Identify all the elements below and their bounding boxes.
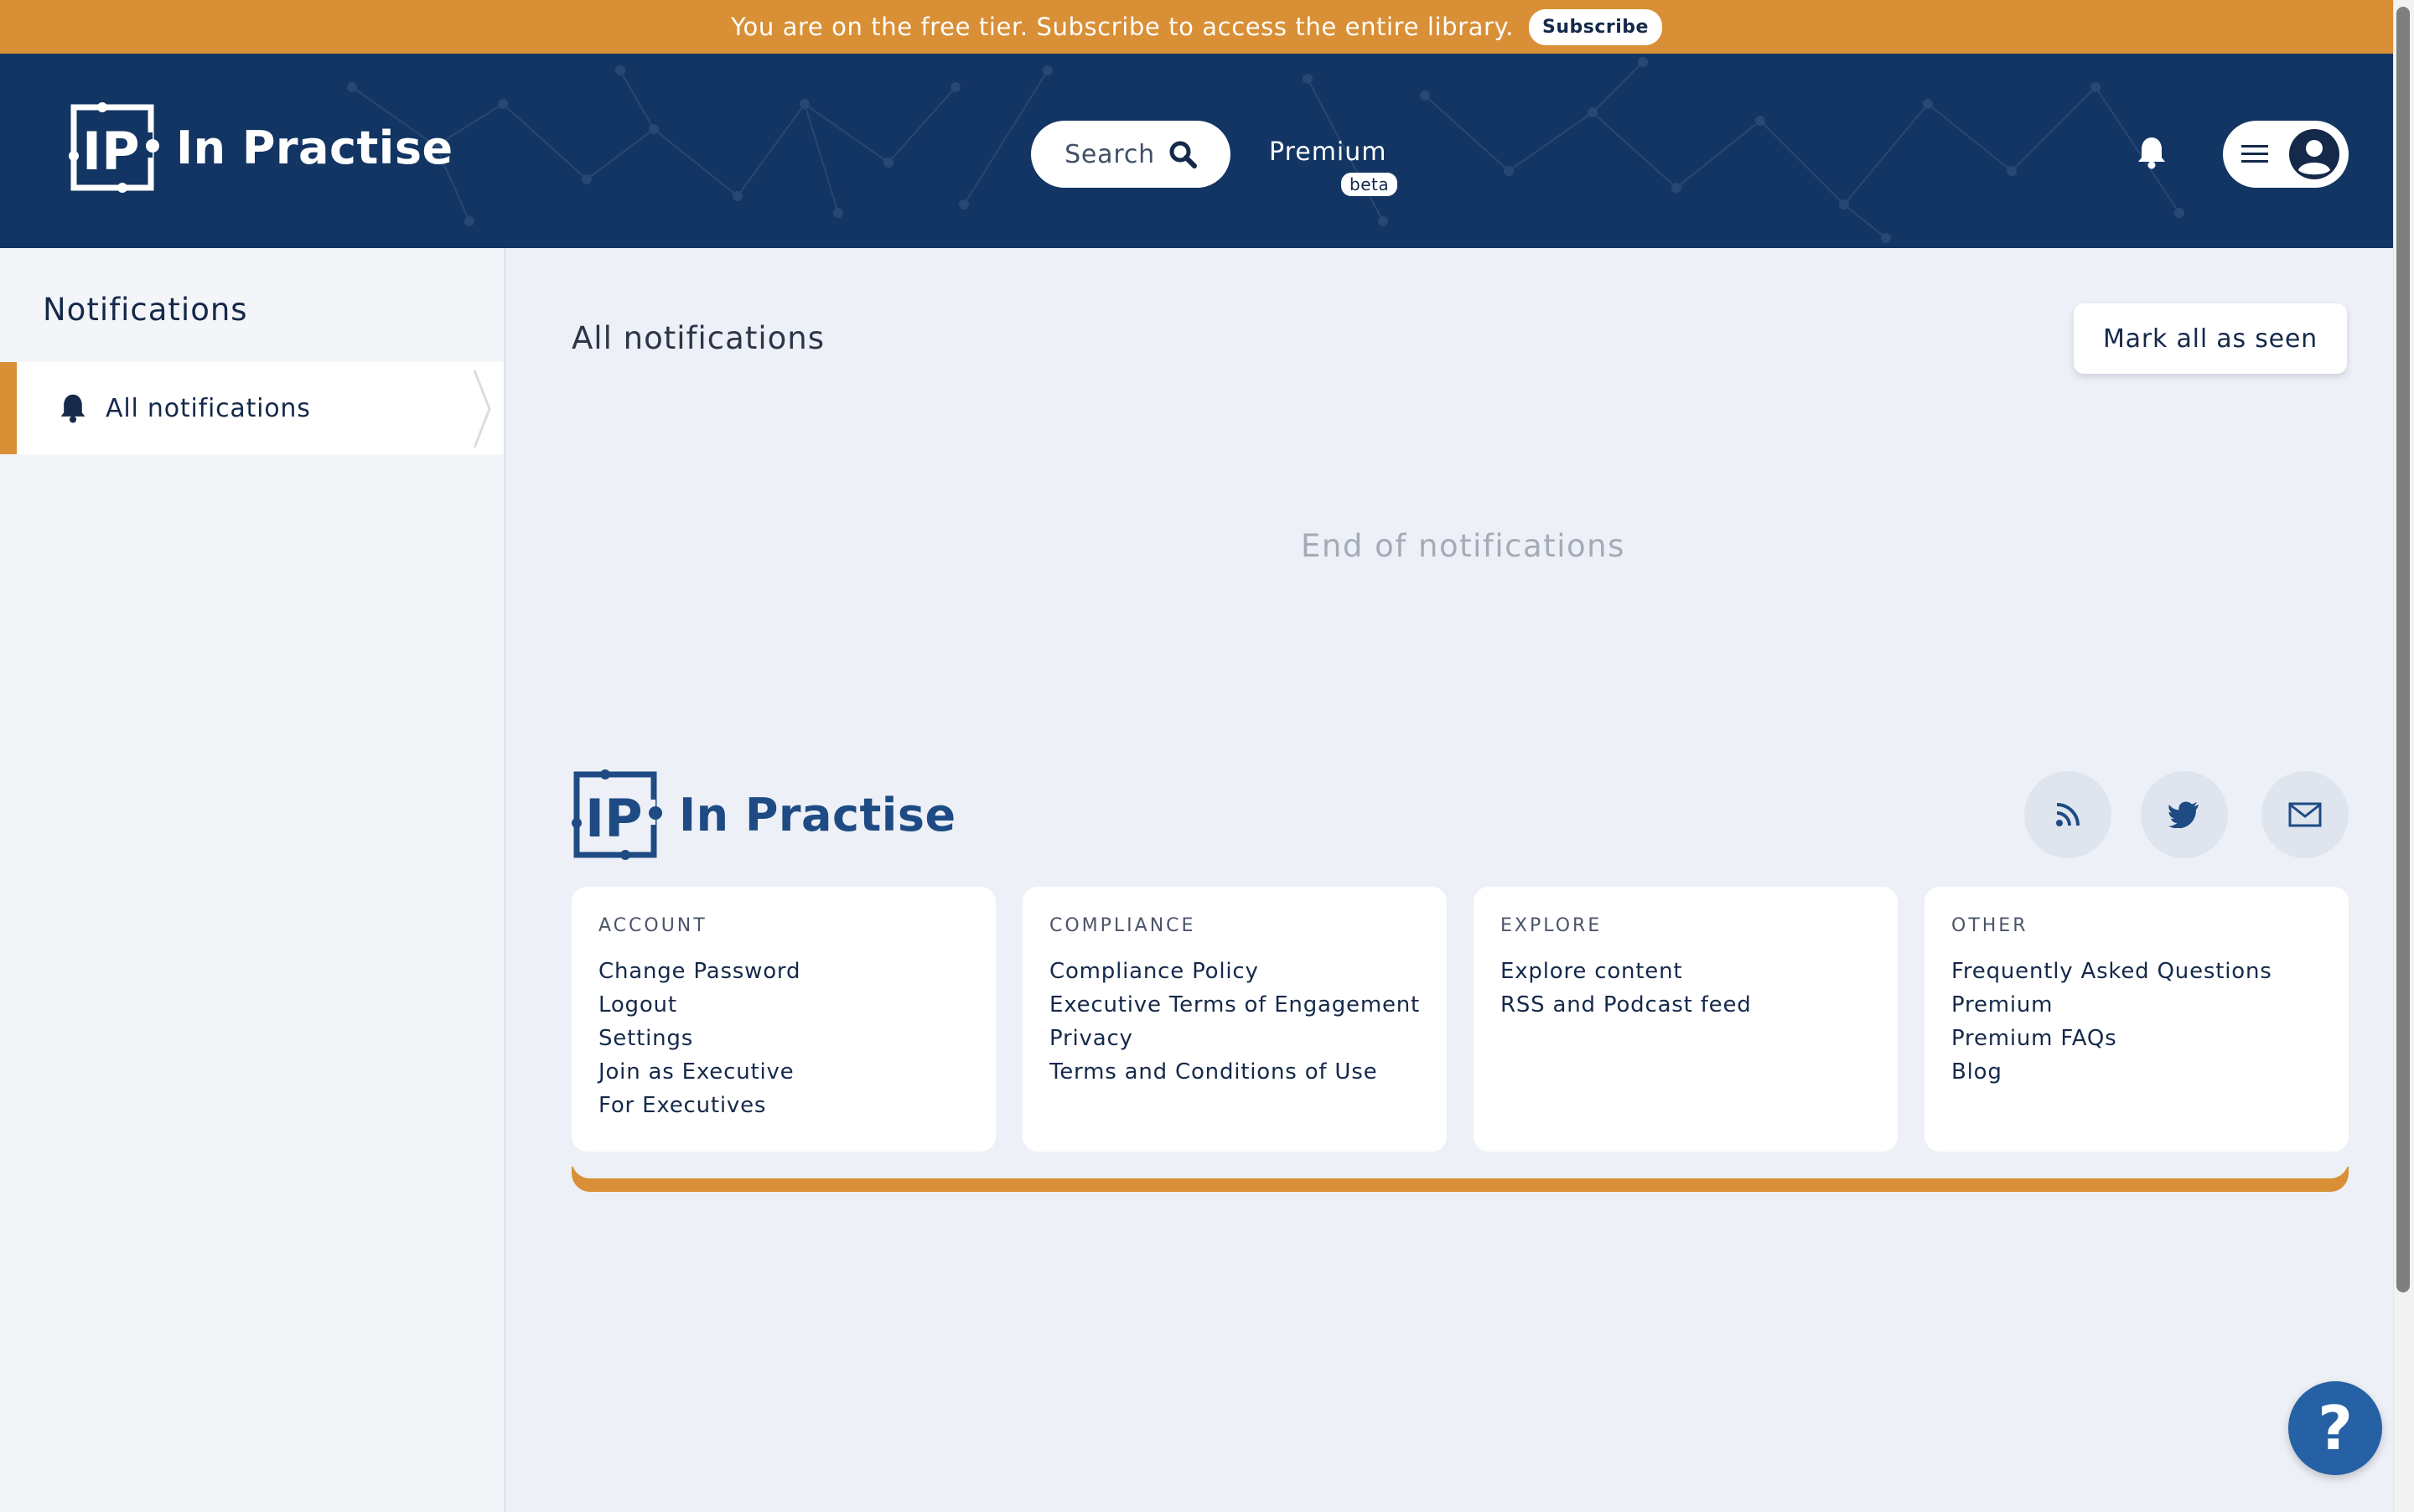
column-heading: OTHER	[1951, 915, 2028, 936]
end-of-notifications-text: End of notifications	[1301, 528, 1625, 564]
footer-column-account: ACCOUNT Change Password Logout Settings …	[572, 887, 996, 1152]
rss-button[interactable]	[2024, 771, 2111, 858]
footer-column-compliance: COMPLIANCE Compliance Policy Executive T…	[1023, 887, 1447, 1152]
account-menu-button[interactable]	[2223, 121, 2349, 188]
footer-link-logout[interactable]: Logout	[598, 988, 996, 1022]
footer-link-premium[interactable]: Premium	[1951, 988, 2349, 1022]
footer-link-faq[interactable]: Frequently Asked Questions	[1951, 955, 2349, 988]
search-icon	[1169, 141, 1197, 168]
footer-accent-bar	[572, 1155, 2349, 1192]
subscribe-button[interactable]: Subscribe	[1529, 8, 1662, 45]
twitter-button[interactable]	[2141, 771, 2228, 858]
chevron-right-icon	[473, 370, 491, 448]
page-title: All notifications	[572, 320, 825, 356]
footer-link-blog[interactable]: Blog	[1951, 1055, 2349, 1089]
footer-link-premium-faqs[interactable]: Premium FAQs	[1951, 1022, 2349, 1055]
notifications-bell-icon[interactable]	[2137, 136, 2167, 169]
column-heading: EXPLORE	[1500, 915, 1603, 936]
site-logo[interactable]: IP In Practise	[69, 102, 453, 193]
footer-column-explore: EXPLORE Explore content RSS and Podcast …	[1474, 887, 1898, 1152]
svg-text:IP: IP	[82, 121, 140, 182]
sidebar-item-label: All notifications	[106, 393, 311, 423]
footer-link-settings[interactable]: Settings	[598, 1022, 996, 1055]
search-label: Search	[1065, 139, 1155, 169]
footer-link-rss-podcast[interactable]: RSS and Podcast feed	[1500, 988, 1898, 1022]
premium-nav-link[interactable]: Premium	[1269, 137, 1387, 167]
footer-link-terms-conditions[interactable]: Terms and Conditions of Use	[1049, 1055, 1447, 1089]
footer-link-change-password[interactable]: Change Password	[598, 955, 996, 988]
footer-link-for-executives[interactable]: For Executives	[598, 1089, 996, 1122]
free-tier-banner: You are on the free tier. Subscribe to a…	[0, 0, 2393, 54]
footer-logo-mark-icon: IP	[572, 769, 662, 860]
svg-text:?: ?	[2318, 1399, 2353, 1458]
search-button[interactable]: Search	[1031, 121, 1230, 188]
footer-link-explore-content[interactable]: Explore content	[1500, 955, 1898, 988]
footer-link-privacy[interactable]: Privacy	[1049, 1022, 1447, 1055]
question-mark-icon: ?	[2318, 1399, 2353, 1458]
user-avatar-icon	[2289, 129, 2339, 179]
footer-link-executive-terms[interactable]: Executive Terms of Engagement	[1049, 988, 1447, 1022]
page-scrollbar-thumb[interactable]	[2396, 7, 2410, 1292]
active-indicator	[0, 362, 17, 454]
hamburger-menu-icon	[2241, 145, 2268, 163]
column-heading: ACCOUNT	[598, 915, 707, 936]
mark-all-seen-button[interactable]: Mark all as seen	[2074, 303, 2347, 374]
help-button[interactable]: ?	[2288, 1381, 2382, 1475]
twitter-icon	[2168, 801, 2199, 828]
footer-link-compliance-policy[interactable]: Compliance Policy	[1049, 955, 1447, 988]
sidebar-item-all-notifications[interactable]: All notifications	[0, 362, 504, 454]
footer-logo[interactable]: IP In Practise	[572, 769, 956, 860]
banner-text: You are on the free tier. Subscribe to a…	[731, 13, 1515, 41]
column-heading: COMPLIANCE	[1049, 915, 1196, 936]
rss-icon	[2056, 803, 2080, 826]
mail-icon	[2288, 802, 2322, 827]
footer-column-other: OTHER Frequently Asked Questions Premium…	[1924, 887, 2349, 1152]
beta-badge: beta	[1341, 173, 1398, 196]
footer-link-join-as-executive[interactable]: Join as Executive	[598, 1055, 996, 1089]
logo-mark-icon: IP	[69, 102, 159, 193]
notifications-sidebar: Notifications All notifications	[0, 248, 505, 1512]
site-header: IP In Practise Search Premium beta	[0, 54, 2393, 248]
email-button[interactable]	[2261, 771, 2349, 858]
logo-text: In Practise	[176, 121, 453, 174]
bell-icon	[60, 394, 85, 423]
footer-logo-text: In Practise	[679, 788, 956, 841]
svg-text:IP: IP	[585, 788, 643, 849]
sidebar-title: Notifications	[43, 292, 248, 328]
